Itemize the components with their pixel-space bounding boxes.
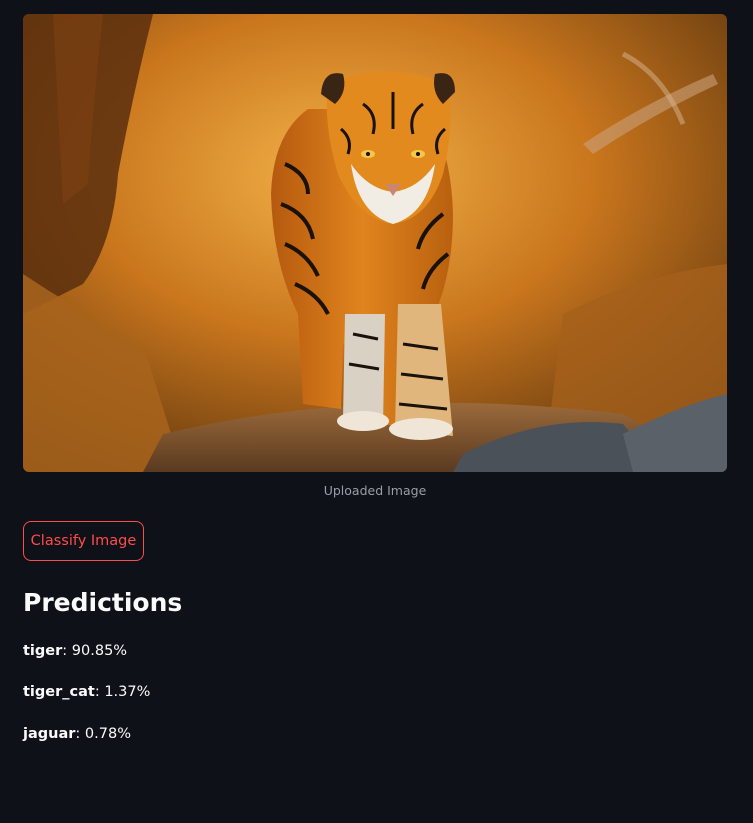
prediction-row: jaguar: 0.78% [23,726,131,742]
tiger-photo [23,14,727,472]
prediction-value: 90.85% [71,643,128,659]
prediction-value: 0.78% [84,726,131,742]
prediction-label: tiger_cat [23,684,95,700]
image-caption: Uploaded Image [323,483,427,498]
prediction-row: tiger_cat: 1.37% [23,684,151,700]
classify-image-button[interactable]: Classify Image [23,521,144,561]
prediction-value: 1.37% [104,684,151,700]
predictions-heading: Predictions [23,588,183,617]
uploaded-image [23,14,727,472]
prediction-label: tiger [23,643,63,659]
prediction-label: jaguar [23,726,76,742]
prediction-row: tiger: 90.85% [23,643,128,659]
app-container: Uploaded Image Classify Image Prediction… [0,0,753,823]
